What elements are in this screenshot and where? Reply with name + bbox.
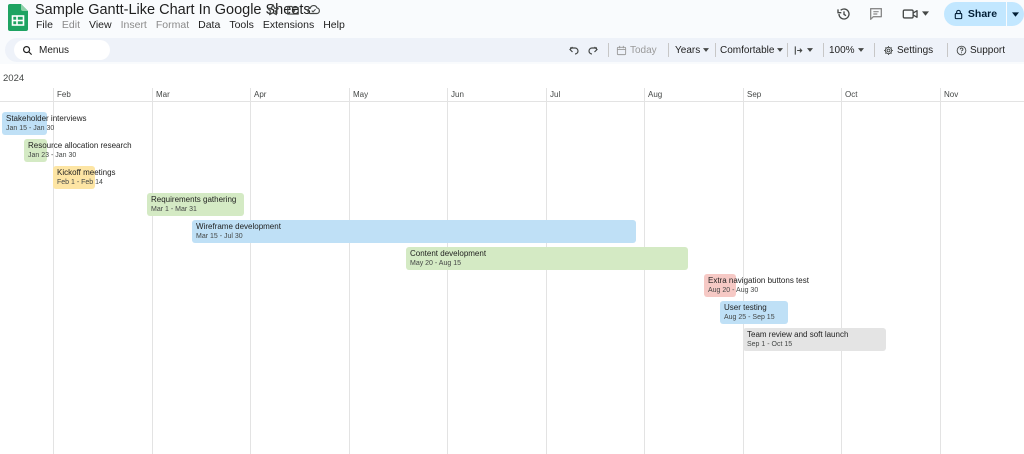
search-icon <box>23 45 33 55</box>
month-label-jul: Jul <box>550 90 561 99</box>
task-name: Extra navigation buttons test <box>708 276 809 285</box>
settings-label: Settings <box>897 44 934 56</box>
menu-bar: File Edit View Insert Format Data Tools … <box>36 19 345 31</box>
menu-tools[interactable]: Tools <box>229 19 254 31</box>
chevron-down-icon <box>857 48 864 52</box>
toolbar-separator <box>608 43 609 57</box>
task-dates: Mar 1 - Mar 31 <box>151 206 197 213</box>
menu-view[interactable]: View <box>89 19 112 31</box>
zoom-dropdown[interactable]: 100% <box>829 38 864 62</box>
task-dates: Aug 20 - Aug 30 <box>708 287 759 294</box>
toolbar-separator <box>947 43 948 57</box>
meet-video-icon[interactable] <box>902 7 919 21</box>
month-gridline <box>250 88 251 454</box>
task-name: Requirements gathering <box>151 195 237 204</box>
toolbar-separator <box>668 43 669 57</box>
menu-insert[interactable]: Insert <box>121 19 147 31</box>
today-button[interactable]: Today <box>616 38 657 62</box>
share-button[interactable]: Share <box>944 2 1006 26</box>
task-name: Team review and soft launch <box>747 330 849 339</box>
month-label-oct: Oct <box>845 90 858 99</box>
chevron-down-icon <box>807 48 813 52</box>
toolbar-separator <box>787 43 788 57</box>
time-scale-dropdown[interactable]: Years <box>675 38 710 62</box>
zoom-label: 100% <box>829 44 855 56</box>
month-label-may: May <box>353 90 369 99</box>
menu-help[interactable]: Help <box>323 19 345 31</box>
share-button-label: Share <box>967 8 998 20</box>
toolbar-separator <box>715 43 716 57</box>
task-name: Content development <box>410 249 487 258</box>
sheets-logo-icon[interactable] <box>8 4 28 31</box>
share-options-button[interactable] <box>1007 2 1024 26</box>
task-dates: May 20 - Aug 15 <box>410 260 461 267</box>
group-by-icon <box>794 45 803 55</box>
toolbar: Menus Today Years Comfortable 100% Setti… <box>0 36 1024 64</box>
title-bar: Sample Gantt-Like Chart In Google Sheets… <box>0 0 1024 36</box>
month-gridline <box>743 88 744 454</box>
menu-format[interactable]: Format <box>156 19 189 31</box>
timeline-year-label: 2024 <box>3 73 25 84</box>
chevron-down-icon <box>703 48 710 52</box>
month-gridline <box>546 88 547 454</box>
menu-data[interactable]: Data <box>198 19 220 31</box>
time-scale-label: Years <box>675 44 701 56</box>
timeline-view: 2024 Feb Mar Apr May Jun Jul Aug Sep Oct Nov Stake… <box>0 64 1024 454</box>
task-dates: Sep 1 - Oct 15 <box>747 341 793 348</box>
meet-dropdown-chevron-icon[interactable] <box>922 11 929 16</box>
density-label: Comfortable <box>720 44 775 56</box>
month-gridline <box>447 88 448 454</box>
gear-icon <box>884 45 893 55</box>
month-gridline <box>349 88 350 454</box>
lock-icon <box>954 9 963 19</box>
today-button-label: Today <box>630 44 657 56</box>
calendar-icon <box>616 45 627 55</box>
month-label-apr: Apr <box>254 90 267 99</box>
support-label: Support <box>970 44 1006 56</box>
comments-icon[interactable] <box>868 6 884 22</box>
menu-extensions[interactable]: Extensions <box>263 19 314 31</box>
menu-edit[interactable]: Edit <box>62 19 80 31</box>
toolbar-separator <box>823 43 824 57</box>
task-name: Kickoff meetings <box>57 168 116 177</box>
search-menus-label: Menus <box>39 44 70 56</box>
month-label-nov: Nov <box>944 90 959 99</box>
month-label-mar: Mar <box>156 90 170 99</box>
support-button[interactable]: Support <box>956 38 1005 62</box>
month-gridline <box>940 88 941 454</box>
month-label-sep: Sep <box>747 90 762 99</box>
chevron-down-icon <box>1012 11 1019 17</box>
settings-button[interactable]: Settings <box>883 38 933 62</box>
toolbar-strip: Menus Today Years Comfortable 100% Setti… <box>5 38 1024 62</box>
group-by-dropdown[interactable] <box>793 38 813 62</box>
move-to-folder-icon[interactable] <box>286 3 300 17</box>
month-gridline <box>152 88 153 454</box>
task-name: Wireframe development <box>196 222 281 231</box>
month-label-jun: Jun <box>451 90 464 99</box>
search-menus-button[interactable]: Menus <box>14 40 110 60</box>
density-dropdown[interactable]: Comfortable <box>720 38 784 62</box>
undo-icon[interactable] <box>568 44 580 56</box>
month-gridline <box>644 88 645 454</box>
cloud-status-icon[interactable] <box>306 3 321 17</box>
task-name: User testing <box>724 303 767 312</box>
star-icon[interactable] <box>266 3 280 17</box>
task-dates: Jan 23 - Jan 30 <box>28 152 77 159</box>
task-dates: Jan 15 - Jan 30 <box>6 125 55 132</box>
month-gridline <box>841 88 842 454</box>
month-label-aug: Aug <box>648 90 663 99</box>
month-label-feb: Feb <box>57 90 71 99</box>
task-name: Stakeholder interviews <box>6 114 87 123</box>
task-name: Resource allocation research <box>28 141 132 150</box>
help-circle-icon <box>956 45 967 55</box>
timeline-header-divider <box>0 101 1024 102</box>
version-history-icon[interactable] <box>836 6 852 22</box>
task-dates: Aug 25 - Sep 15 <box>724 314 775 321</box>
toolbar-separator <box>874 43 875 57</box>
task-dates: Mar 15 - Jul 30 <box>196 233 243 240</box>
redo-icon[interactable] <box>587 44 599 56</box>
task-dates: Feb 1 - Feb 14 <box>57 179 103 186</box>
menu-file[interactable]: File <box>36 19 53 31</box>
chevron-down-icon <box>777 48 784 52</box>
